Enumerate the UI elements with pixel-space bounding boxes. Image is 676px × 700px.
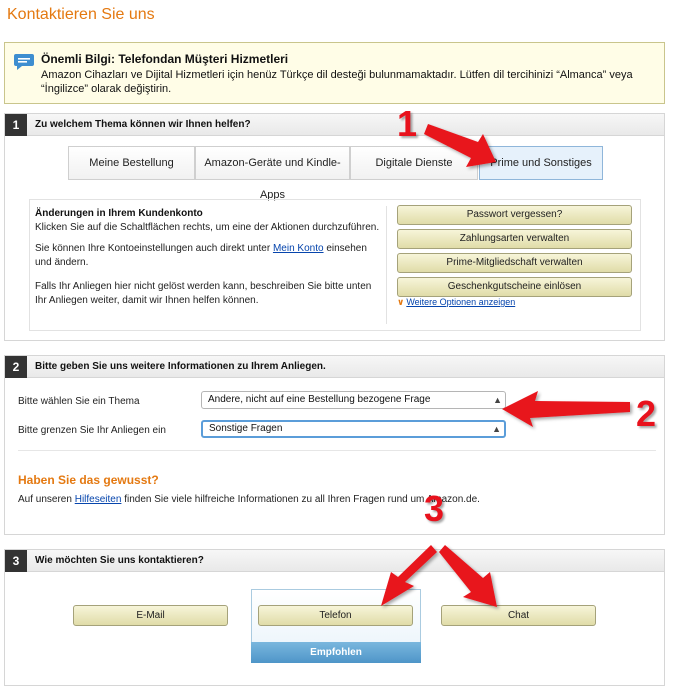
account-changes-box: Änderungen in Ihrem Kundenkonto Klicken …: [29, 199, 641, 331]
more-options-link[interactable]: Weitere Optionen anzeigen: [406, 297, 515, 307]
step-1-panel: 1 Zu welchem Thema können wir Ihnen helf…: [4, 113, 665, 341]
callout-2: 2: [636, 393, 657, 434]
narrow-select-value: Sonstige Fragen: [209, 423, 283, 434]
step-2-number: 2: [5, 356, 27, 378]
step-3-header: 3 Wie möchten Sie uns kontaktieren?: [5, 550, 664, 572]
tab-prime-und-sonstiges[interactable]: Prime und Sonstiges: [479, 146, 603, 180]
forgot-password-button[interactable]: Passwort vergessen?: [397, 205, 632, 225]
tab-amazon-geraete[interactable]: Amazon-Geräte und Kindle-Apps: [195, 146, 350, 201]
topic-select[interactable]: Andere, nicht auf eine Bestellung bezoge…: [201, 391, 506, 409]
section-divider: [18, 450, 656, 451]
chat-button[interactable]: Chat: [441, 605, 596, 626]
did-you-know-title: Haben Sie das gewusst?: [18, 473, 159, 487]
step-2-header: 2 Bitte geben Sie uns weitere Informatio…: [5, 356, 664, 378]
did-you-know-text: Auf unseren Hilfeseiten finden Sie viele…: [18, 494, 480, 505]
step-3-panel: 3 Wie möchten Sie uns kontaktieren? Empf…: [4, 549, 665, 686]
step-1-header: 1 Zu welchem Thema können wir Ihnen helf…: [5, 114, 664, 136]
language-notice: Önemli Bilgi: Telefondan Müşteri Hizmetl…: [4, 42, 665, 104]
page-title: Kontaktieren Sie uns: [7, 6, 155, 23]
step-3-title: Wie möchten Sie uns kontaktieren?: [35, 555, 204, 566]
account-changes-text-2: Sie können Ihre Kontoeinstellungen auch …: [35, 242, 380, 270]
topic-label: Bitte wählen Sie ein Thema: [18, 396, 140, 407]
step-2-panel: 2 Bitte geben Sie uns weitere Informatio…: [4, 355, 665, 535]
phone-button[interactable]: Telefon: [258, 605, 413, 626]
notice-body: Amazon Cihazları ve Dijital Hizmetleri i…: [41, 69, 633, 95]
manage-payments-button[interactable]: Zahlungsarten verwalten: [397, 229, 632, 249]
more-options[interactable]: ∨ Weitere Optionen anzeigen: [397, 297, 515, 308]
recommended-label: Empfohlen: [251, 642, 421, 663]
step-1-number: 1: [5, 114, 27, 136]
account-changes-text-1: Klicken Sie auf die Schaltflächen rechts…: [35, 222, 380, 233]
tab-meine-bestellung[interactable]: Meine Bestellung: [68, 146, 195, 180]
manage-prime-button[interactable]: Prime-Mitgliedschaft verwalten: [397, 253, 632, 273]
topic-select-value: Andere, nicht auf eine Bestellung bezoge…: [208, 394, 431, 405]
email-button[interactable]: E-Mail: [73, 605, 228, 626]
step-1-title: Zu welchem Thema können wir Ihnen helfen…: [35, 119, 251, 130]
help-pages-link[interactable]: Hilfeseiten: [75, 494, 122, 505]
updown-arrow-icon: ▲: [493, 395, 502, 405]
text-2-before: Sie können Ihre Kontoeinstellungen auch …: [35, 243, 273, 254]
callout-3: 3: [424, 488, 445, 529]
narrow-label: Bitte grenzen Sie Ihr Anliegen ein: [18, 425, 166, 436]
tab-digitale-dienste[interactable]: Digitale Dienste: [350, 146, 478, 180]
step-2-title: Bitte geben Sie uns weitere Informatione…: [35, 361, 326, 372]
notice-title: Önemli Bilgi: Telefondan Müşteri Hizmetl…: [41, 52, 289, 66]
step-3-number: 3: [5, 550, 27, 572]
know-before: Auf unseren: [18, 494, 75, 505]
account-changes-heading: Änderungen in Ihrem Kundenkonto: [35, 208, 203, 219]
account-changes-text-3: Falls Ihr Anliegen hier nicht gelöst wer…: [35, 281, 372, 306]
mein-konto-link[interactable]: Mein Konto: [273, 243, 324, 254]
speech-bubble-icon: [13, 52, 35, 72]
updown-arrow-icon: ▲: [492, 424, 501, 434]
narrow-select[interactable]: Sonstige Fragen ▲: [201, 420, 506, 438]
chevron-down-icon: ∨: [397, 297, 405, 307]
redeem-giftcard-button[interactable]: Geschenkgutscheine einlösen: [397, 277, 632, 297]
callout-1: 1: [397, 103, 418, 144]
inner-divider: [386, 206, 387, 324]
